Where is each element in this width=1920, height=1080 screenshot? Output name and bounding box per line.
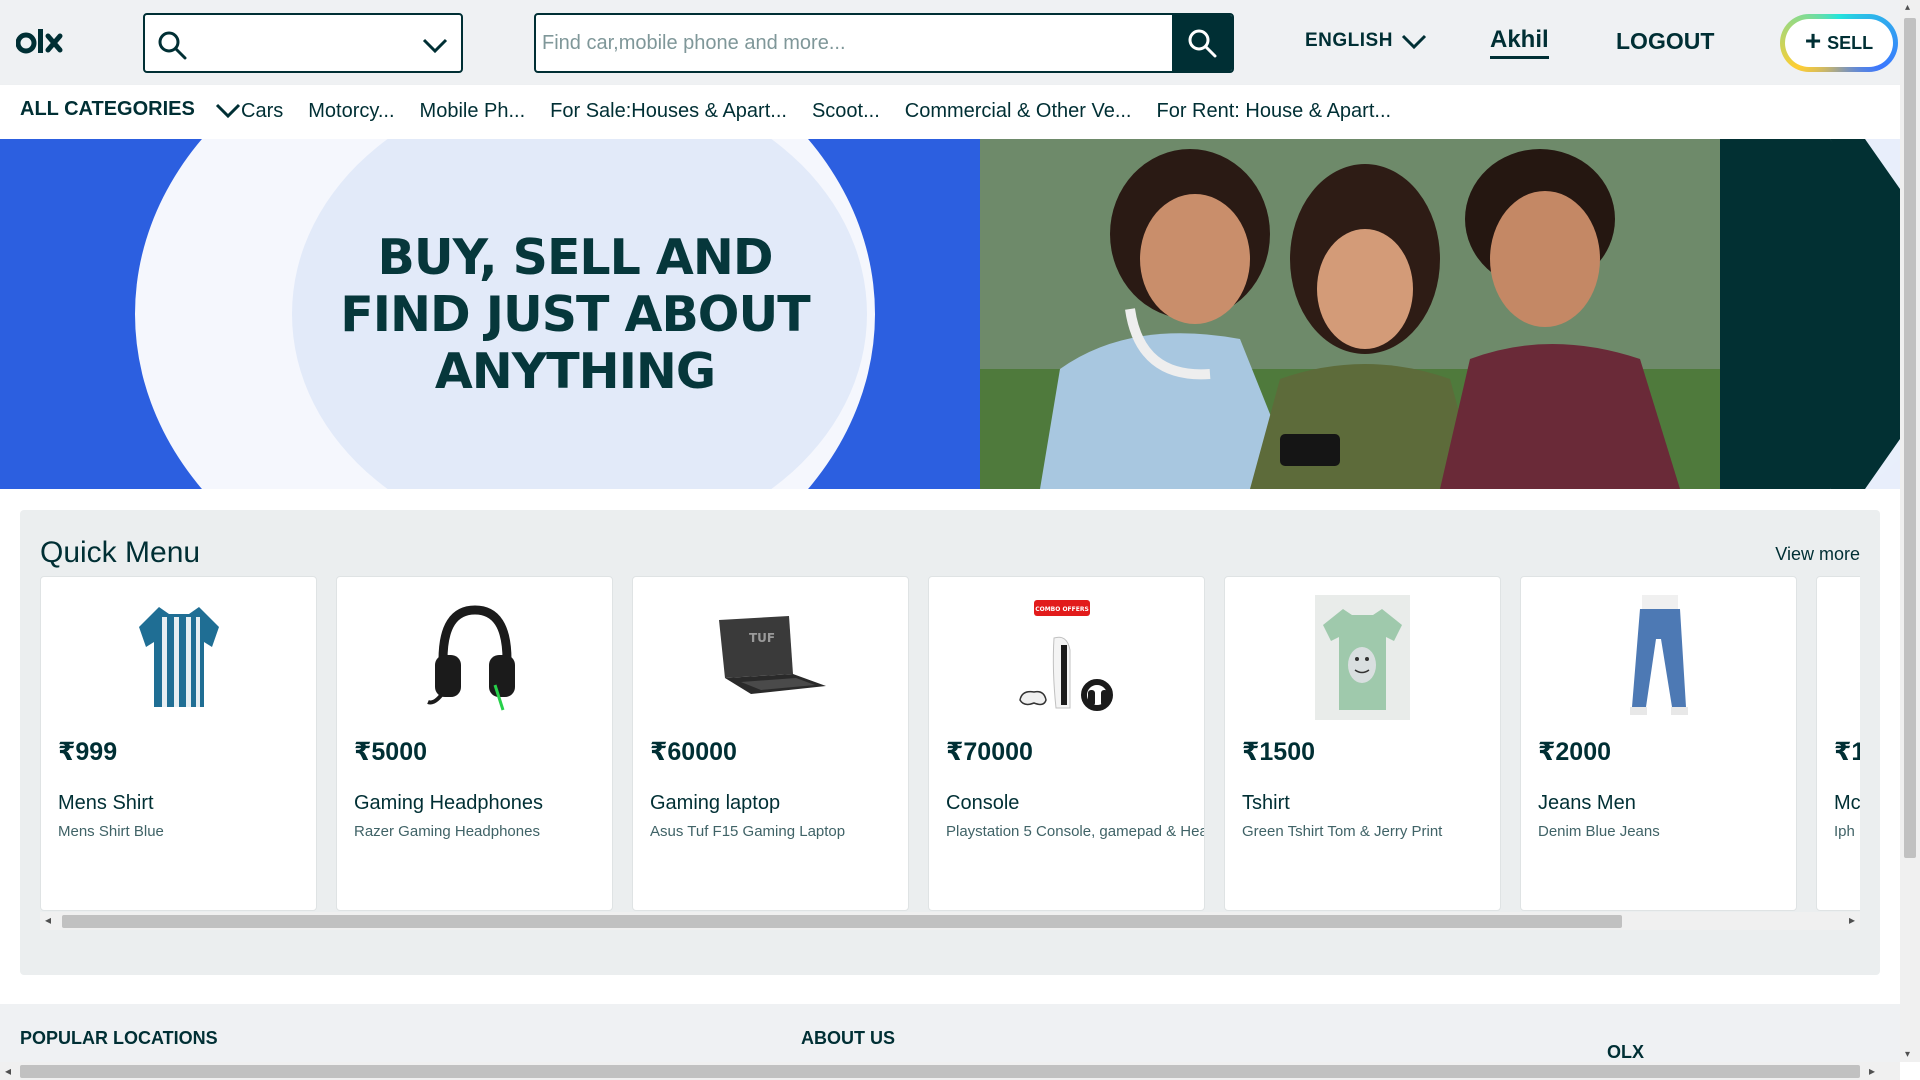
tshirt-icon	[1225, 593, 1500, 721]
banner-line-1: BUY, SELL AND	[377, 229, 773, 286]
product-description: Mens Shirt Blue	[58, 823, 164, 840]
banner-photo	[980, 139, 1720, 489]
category-link-motorcycles[interactable]: Motorcy...	[308, 100, 394, 123]
category-link-houses-rent[interactable]: For Rent: House & Apart...	[1157, 100, 1392, 123]
scroll-left-icon[interactable]: ◂	[5, 1064, 11, 1078]
category-link-mobile-phones[interactable]: Mobile Ph...	[420, 100, 526, 123]
view-more-link[interactable]: View more	[1775, 544, 1860, 565]
category-link-scooters[interactable]: Scoot...	[812, 100, 880, 123]
banner-line-3: ANYTHING	[434, 343, 716, 400]
search-button[interactable]	[1172, 15, 1232, 71]
product-price: ₹1500	[1242, 738, 1316, 766]
shirt-icon	[41, 593, 316, 721]
product-description: Green Tshirt Tom & Jerry Print	[1242, 823, 1443, 840]
product-card[interactable]: ₹999 Mens Shirt Mens Shirt Blue	[40, 576, 317, 911]
headphones-icon	[337, 593, 612, 721]
sell-button[interactable]: + SELL	[1780, 14, 1898, 72]
popular-locations-heading: POPULAR LOCATIONS	[20, 1028, 218, 1048]
product-card[interactable]: TUF ₹60000 Gaming laptop Asus Tuf F15 Ga…	[632, 576, 909, 911]
scroll-right-icon[interactable]: ▸	[1849, 913, 1855, 927]
banner-line-2: FIND JUST ABOUT	[340, 286, 810, 343]
scroll-left-icon[interactable]: ◂	[45, 913, 51, 927]
product-price: ₹70000	[946, 738, 1033, 766]
scroll-down-icon[interactable]: ▾	[1905, 1049, 1910, 1060]
search-icon	[1188, 29, 1217, 58]
plus-icon: +	[1804, 25, 1822, 56]
banner-graphic: BUY, SELL AND FIND JUST ABOUT ANYTHING	[0, 139, 980, 489]
quick-menu-title: Quick Menu	[40, 536, 201, 569]
product-description: Playstation 5 Console, gamepad & Hea	[946, 823, 1205, 840]
product-price: ₹999	[58, 738, 118, 766]
svg-text:TUF: TUF	[749, 631, 775, 645]
product-price: ₹60000	[650, 738, 737, 766]
product-title: Mens Shirt	[58, 792, 154, 814]
product-title: Tshirt	[1242, 792, 1290, 814]
olx-logo[interactable]	[15, 26, 72, 60]
user-name-link[interactable]: Akhil	[1490, 26, 1549, 59]
sell-label: SELL	[1827, 32, 1874, 53]
all-categories-label: ALL CATEGORIES	[20, 98, 195, 120]
category-link-houses-sale[interactable]: For Sale:Houses & Apart...	[550, 100, 787, 123]
category-link-cars[interactable]: Cars	[241, 100, 283, 123]
product-card[interactable]: ₹2000 Jeans Men Denim Blue Jeans	[1520, 576, 1797, 911]
banner-accent	[1720, 139, 1900, 489]
product-description: Asus Tuf F15 Gaming Laptop	[650, 823, 846, 840]
all-categories-dropdown[interactable]: ALL CATEGORIES	[20, 98, 241, 121]
location-selector[interactable]	[143, 13, 463, 73]
product-description: Razer Gaming Headphones	[354, 823, 540, 840]
product-price: ₹1	[1834, 738, 1860, 766]
product-title: Gaming laptop	[650, 792, 781, 814]
product-title: Mc	[1834, 792, 1860, 814]
search-bar	[534, 13, 1234, 73]
carousel-scrollbar[interactable]: ◂ ▸	[40, 912, 1860, 930]
product-card[interactable]: ₹1 Mc Iph	[1816, 576, 1860, 911]
language-label: ENGLISH	[1305, 30, 1393, 51]
language-selector[interactable]: ENGLISH	[1305, 30, 1427, 52]
page-horizontal-scrollbar[interactable]: ◂ ▸	[0, 1062, 1900, 1080]
scroll-right-icon[interactable]: ▸	[1869, 1064, 1875, 1078]
logout-button[interactable]: LOGOUT	[1616, 28, 1714, 55]
jeans-icon	[1521, 593, 1796, 721]
category-bar: ALL CATEGORIES Cars Motorcy... Mobile Ph…	[0, 85, 1900, 139]
product-title: Console	[946, 792, 1020, 814]
product-description: Denim Blue Jeans	[1538, 823, 1660, 840]
quick-menu-section: Quick Menu View more ₹999 Mens Shirt Men…	[20, 510, 1880, 975]
footer: POPULAR LOCATIONS ABOUT US OLX	[0, 1004, 1900, 1064]
carousel-scroll-thumb[interactable]	[62, 915, 1622, 928]
product-title: Gaming Headphones	[354, 792, 544, 814]
phone-icon	[1817, 593, 1860, 721]
hero-banner[interactable]: BUY, SELL AND FIND JUST ABOUT ANYTHING	[0, 139, 1900, 489]
product-card[interactable]: COMBO OFFERS ₹70000 Console Playstation …	[928, 576, 1205, 911]
chevron-down-icon	[215, 103, 240, 118]
product-price: ₹2000	[1538, 738, 1612, 766]
about-us-heading: ABOUT US	[801, 1028, 895, 1048]
category-link-commercial-vehicles[interactable]: Commercial & Other Ve...	[905, 100, 1132, 123]
page-hscroll-thumb[interactable]	[20, 1065, 1860, 1078]
page-scroll-thumb[interactable]	[1904, 18, 1916, 858]
search-icon	[158, 31, 187, 60]
laptop-icon: TUF	[633, 593, 908, 721]
category-links: Cars Motorcy... Mobile Ph... For Sale:Ho…	[241, 100, 1391, 123]
scroll-up-icon[interactable]: ▴	[1905, 2, 1910, 13]
product-price: ₹5000	[354, 738, 428, 766]
chevron-down-icon	[1401, 34, 1427, 50]
console-icon: COMBO OFFERS	[929, 593, 1204, 721]
chevron-down-icon[interactable]	[421, 35, 449, 55]
sell-button-inner: + SELL	[1785, 19, 1893, 67]
search-input[interactable]	[536, 15, 1172, 71]
page-vertical-scrollbar[interactable]: ▴ ▾	[1900, 0, 1920, 1062]
combo-offers-badge: COMBO OFFERS	[1035, 606, 1089, 613]
olx-heading: OLX	[1607, 1042, 1645, 1062]
top-header: ENGLISH Akhil LOGOUT + SELL	[0, 0, 1900, 85]
banner-headline: BUY, SELL AND FIND JUST ABOUT ANYTHING	[310, 229, 840, 400]
product-description: Iph	[1834, 823, 1855, 840]
product-card[interactable]: ₹1500 Tshirt Green Tshirt Tom & Jerry Pr…	[1224, 576, 1501, 911]
product-title: Jeans Men	[1538, 792, 1636, 814]
quick-menu-carousel[interactable]: ₹999 Mens Shirt Mens Shirt Blue ₹5000 Ga…	[40, 576, 1860, 916]
product-card[interactable]: ₹5000 Gaming Headphones Razer Gaming Hea…	[336, 576, 613, 911]
